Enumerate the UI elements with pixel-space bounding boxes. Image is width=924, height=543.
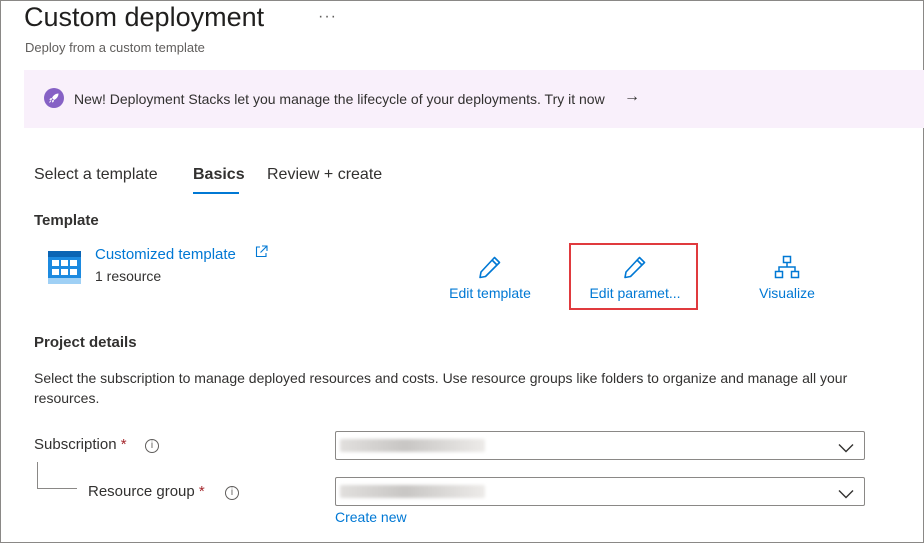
highlight-box xyxy=(569,243,698,310)
page-title: Custom deployment xyxy=(24,2,265,32)
project-details-heading: Project details xyxy=(34,334,137,351)
tab-select-a-template[interactable]: Select a template xyxy=(34,166,158,184)
rocket-icon xyxy=(44,88,64,108)
active-tab-indicator xyxy=(193,192,239,194)
more-options-button[interactable]: ··· xyxy=(318,8,337,26)
tab-review-create[interactable]: Review + create xyxy=(267,166,382,184)
required-marker: * xyxy=(198,483,205,500)
tab-basics[interactable]: Basics xyxy=(193,166,245,184)
visualize-label: Visualize xyxy=(759,285,815,301)
external-link-icon[interactable] xyxy=(255,245,268,263)
tree-connector-vertical xyxy=(37,462,38,488)
subscription-dropdown[interactable] xyxy=(335,431,865,460)
template-icon xyxy=(48,251,81,289)
resource-group-dropdown[interactable] xyxy=(335,477,865,506)
visualize-button[interactable]: Visualize xyxy=(756,254,818,301)
resource-group-label: Resource group * xyxy=(88,483,205,500)
resource-count: 1 resource xyxy=(95,268,162,284)
resource-group-value-redacted xyxy=(340,485,485,498)
project-details-description: Select the subscription to manage deploy… xyxy=(34,370,848,406)
subscription-label: Subscription * xyxy=(34,436,127,453)
create-new-link[interactable]: Create new xyxy=(335,509,407,525)
required-marker: * xyxy=(120,436,127,453)
resource-group-label-text: Resource group xyxy=(88,483,195,500)
chevron-down-icon xyxy=(838,486,854,504)
edit-template-button[interactable]: Edit template xyxy=(443,254,537,301)
info-icon[interactable]: i xyxy=(145,439,159,453)
subscription-value-redacted xyxy=(340,439,485,452)
deployment-stacks-banner[interactable]: New! Deployment Stacks let you manage th… xyxy=(24,70,924,128)
pencil-icon xyxy=(443,254,537,280)
chevron-down-icon xyxy=(838,440,854,458)
customized-template-link[interactable]: Customized template xyxy=(95,246,236,263)
hierarchy-diagram-icon xyxy=(756,254,818,280)
arrow-right-icon[interactable]: → xyxy=(624,88,640,106)
subscription-label-text: Subscription xyxy=(34,436,117,453)
info-icon[interactable]: i xyxy=(225,486,239,500)
edit-template-label: Edit template xyxy=(449,285,531,301)
template-heading: Template xyxy=(34,212,99,229)
tree-connector-horizontal xyxy=(37,488,77,489)
page-subtitle: Deploy from a custom template xyxy=(25,40,205,55)
banner-message: New! Deployment Stacks let you manage th… xyxy=(74,91,605,107)
